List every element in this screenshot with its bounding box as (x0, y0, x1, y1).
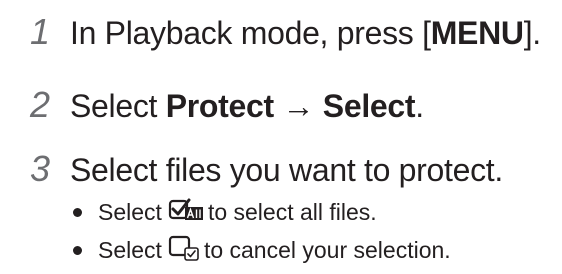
bullet-dot (73, 207, 82, 217)
select-option-label: Select (322, 88, 416, 124)
step-text-suffix: . (415, 88, 424, 124)
step-text-suffix: ]. (523, 15, 541, 51)
step-text: Select files you want to protect. (70, 152, 503, 188)
step-2: 2 Select Protect → Select. (30, 87, 424, 123)
protect-menu-label: Protect (165, 88, 274, 124)
bullet-text-before: Select (98, 198, 162, 225)
step-1: 1 In Playback mode, press [MENU]. (30, 14, 541, 50)
step-text-prefix: Select (70, 88, 166, 124)
step-number: 3 (30, 148, 51, 189)
bullet-text-after: to cancel your selection. (203, 236, 451, 263)
bullet-dot (73, 245, 82, 255)
step-3: 3 Select files you want to protect. (30, 151, 503, 187)
step-text: Select Protect → Select. (70, 90, 424, 122)
select-all-files-icon (168, 197, 204, 227)
step-text: In Playback mode, press [MENU]. (70, 17, 541, 49)
cancel-selection-icon (168, 234, 200, 266)
step-number: 2 (30, 84, 51, 125)
menu-button-label: MENU (430, 15, 524, 51)
bullet-text-before: Select (98, 236, 162, 263)
bullet-select-all: Select to select all files. (73, 197, 377, 227)
step-text-prefix: In Playback mode, press [ (70, 15, 431, 51)
bullet-text-after: to select all files. (207, 198, 377, 225)
bullet-cancel-selection: Select to cancel your selection. (73, 234, 451, 266)
arrow-separator: → (273, 88, 323, 124)
step-number: 1 (30, 11, 51, 52)
